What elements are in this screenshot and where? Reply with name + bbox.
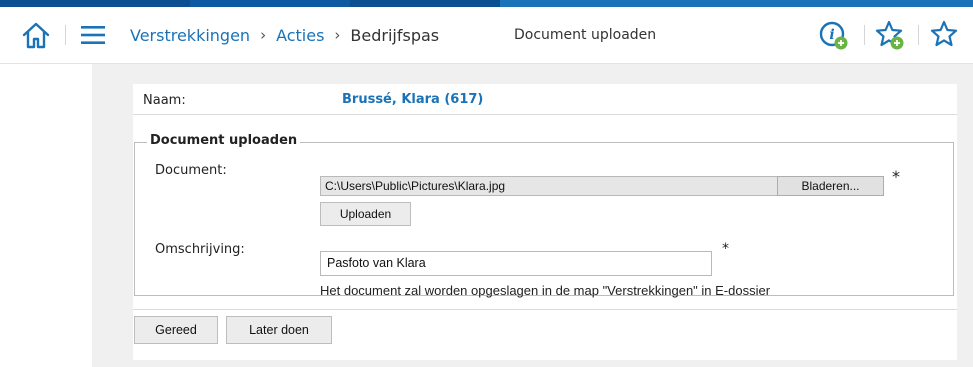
header-divider [65,25,66,45]
storage-hint: Het document zal worden opgeslagen in de… [320,283,771,298]
done-button[interactable]: Gereed [134,316,218,344]
breadcrumb-separator: › [334,26,341,44]
left-pane [0,64,92,367]
app-header: Verstrekkingen › Acties › Bedrijfspas Do… [0,7,973,64]
breadcrumb-separator: › [260,26,267,44]
description-input[interactable]: Pasfoto van Klara [320,251,712,276]
favorite-add-icon[interactable] [874,19,906,51]
action-bar: Gereed Later doen [133,309,957,361]
required-mark: * [892,167,900,186]
top-accent-strip [0,0,973,7]
fieldset-legend: Document uploaden [147,133,301,148]
breadcrumb-acties[interactable]: Acties [276,26,324,45]
header-divider [864,25,865,45]
employee-label: Naam: [143,93,186,108]
favorite-icon[interactable] [928,19,960,51]
employee-name[interactable]: Brussé, Klara (617) [342,92,483,107]
home-icon[interactable] [20,19,52,51]
header-divider [918,25,919,45]
required-mark: * [722,241,729,257]
menu-icon[interactable] [80,24,106,46]
browse-button[interactable]: Bladeren... [777,176,884,196]
breadcrumb-verstrekkingen[interactable]: Verstrekkingen [130,26,250,45]
description-label: Omschrijving: [155,242,245,257]
upload-card: Naam: Brussé, Klara (617) Document uploa… [133,84,957,360]
upload-button[interactable]: Uploaden [320,202,411,226]
info-add-icon[interactable]: i [818,19,850,51]
breadcrumb: Verstrekkingen › Acties › Bedrijfspas [130,7,439,63]
breadcrumb-bedrijfspas: Bedrijfspas [350,25,440,45]
main-content: Naam: Brussé, Klara (617) Document uploa… [92,64,973,367]
later-button[interactable]: Later doen [226,316,332,344]
svg-text:i: i [829,27,834,43]
page-title: Document uploaden [514,27,657,43]
upload-fieldset: Document uploaden Document: C:\Users\Pub… [134,133,954,298]
document-label: Document: [155,163,227,178]
employee-row: Naam: Brussé, Klara (617) [133,84,957,115]
